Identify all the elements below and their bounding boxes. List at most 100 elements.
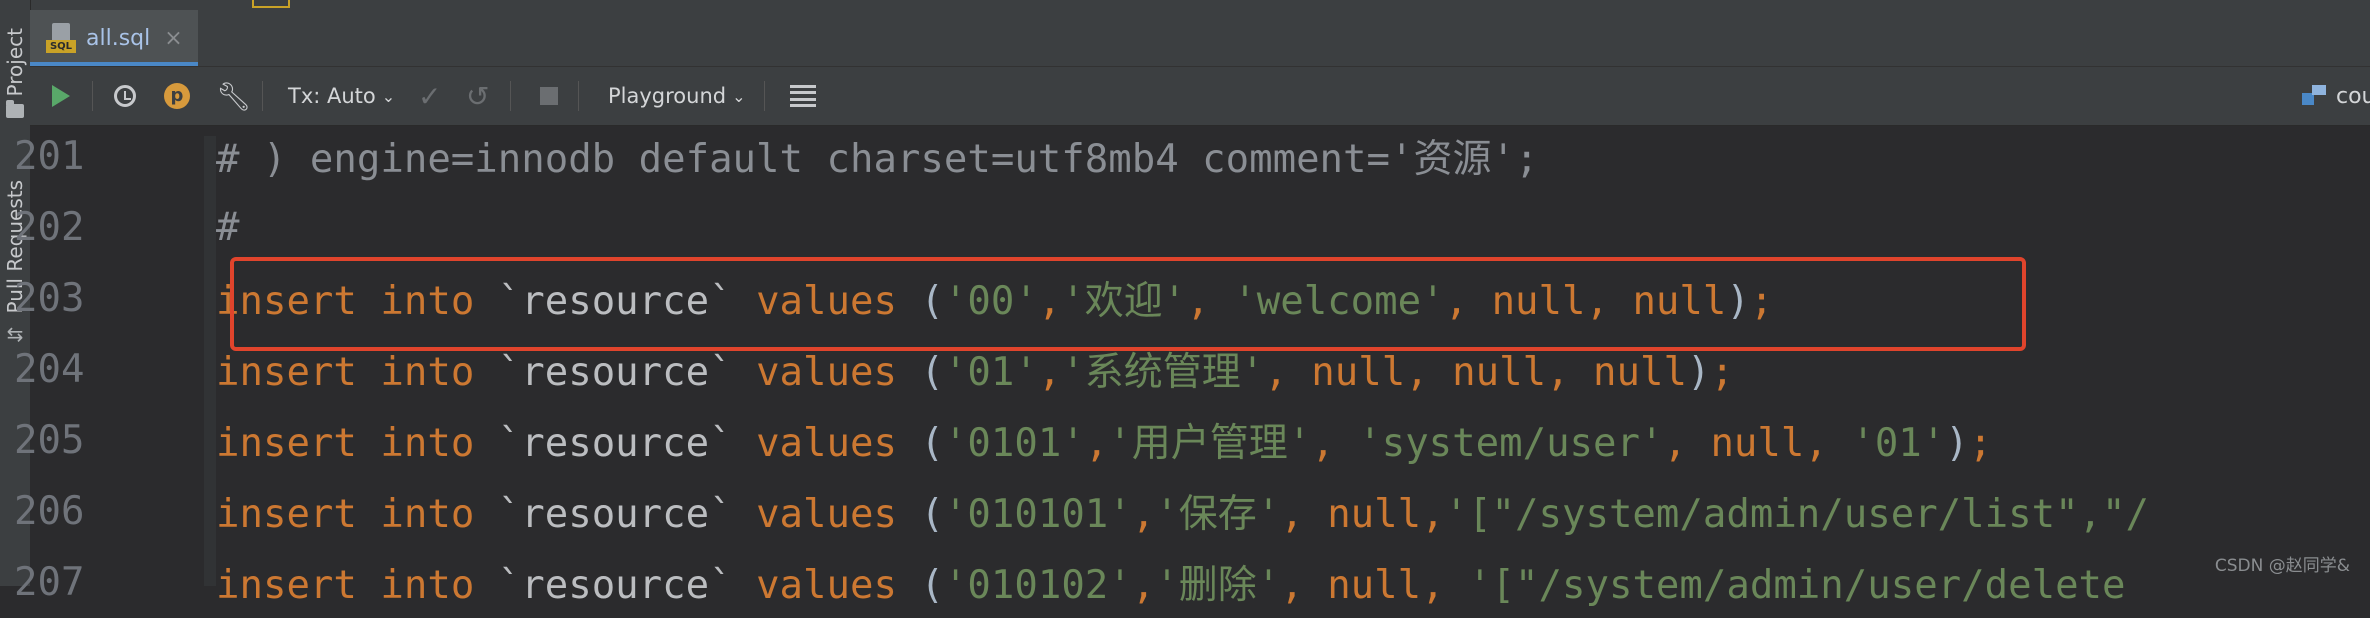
line-number: 204 [14,346,85,392]
code-token: '010101' [943,492,1132,537]
code-token: 'system/user' [1358,421,1664,466]
stop-icon [540,87,558,105]
tab-all-sql[interactable]: SQL all.sql × [30,10,198,66]
commit-button[interactable]: ✓ [418,67,441,125]
code-token: ) [1945,421,1969,466]
code-token: into [380,350,498,395]
code-token: into [380,421,498,466]
code-token: '01' [1851,421,1946,466]
run-button[interactable] [52,67,70,125]
chevron-down-icon: ⌄ [381,86,396,106]
code-line[interactable]: 202 # [0,191,2370,263]
console-icon [2302,85,2328,107]
toolbar-divider [764,81,765,111]
code-token: '用户管理' [1108,421,1312,466]
playground-dropdown[interactable]: Playground ⌄ [608,67,746,125]
code-token: ( [920,421,944,466]
clock-icon [114,85,136,107]
code-text: insert into `resource` values ('010101',… [216,483,2149,539]
console-toolbar: p 🔧︎ Tx: Auto ⌄ ✓ ↺ Playground ⌄ cou [30,67,2370,126]
code-token: `resource` [497,492,733,537]
line-number: 202 [14,204,85,250]
highlight-annotation-box [230,257,2026,351]
line-number: 207 [14,559,85,605]
code-text: insert into `resource` values ('0101','用… [216,412,1992,468]
table-layout-icon [790,85,816,107]
explain-plan-button[interactable]: p [164,67,190,125]
stop-button[interactable] [540,67,558,125]
code-token: null [1327,492,1422,537]
code-token: '01' [943,350,1038,395]
sql-file-icon-label: SQL [46,40,76,53]
transaction-mode-label: Tx: Auto [288,84,376,108]
code-token: ) [1686,350,1711,395]
line-number: 205 [14,417,85,463]
code-token: , [1405,350,1453,395]
top-strip [30,0,2370,10]
play-icon [52,85,70,107]
code-token: insert [216,421,381,466]
sql-file-icon: SQL [46,23,76,53]
console-selector[interactable]: cou [2302,67,2370,125]
close-icon[interactable]: × [164,26,182,51]
rollback-button[interactable]: ↺ [466,67,489,125]
watermark: CSDN @赵同学& [2214,556,2350,576]
code-token: '["/system/admin/user/list","/ [1444,492,2149,537]
code-token: values [732,421,921,466]
code-line[interactable]: 206 insert into `resource` values ('01010… [0,475,2370,547]
output-layout-button[interactable] [790,67,816,125]
code-token: , [1663,421,1711,466]
wrench-icon: 🔧︎ [216,79,252,113]
code-token: values [732,492,921,537]
tab-label: all.sql [86,25,151,51]
transaction-mode-dropdown[interactable]: Tx: Auto ⌄ [288,67,395,125]
code-token: null [1593,350,1687,395]
code-token: into [380,492,498,537]
code-token: insert [216,492,381,537]
bookmark-icon [252,0,290,8]
history-button[interactable] [114,67,136,125]
p-icon: p [164,83,190,109]
code-token: , [1084,421,1109,466]
active-tab-indicator [30,62,198,66]
line-number: 206 [14,488,85,534]
code-token: null [1452,350,1547,395]
chevron-down-icon: ⌄ [732,86,746,106]
code-token: ( [920,492,944,537]
code-text: # ) engine=innodb default charset=utf8mb… [216,128,1538,184]
code-token: ; [1968,421,1993,466]
code-token: insert [216,350,381,395]
code-token: '保存' [1155,492,1281,537]
code-token: , [1280,492,1328,537]
code-text: # [216,205,239,250]
code-token: , [1037,350,1062,395]
editor-tab-bar: SQL all.sql × [30,10,2370,67]
code-token: , [1311,421,1359,466]
code-token: `resource` [497,421,733,466]
code-token: '0101' [943,421,1085,466]
code-token: ( [920,350,944,395]
folder-icon [6,100,24,119]
code-token: `resource` [497,350,733,395]
code-token: # [216,204,240,250]
line-number: 203 [14,275,85,321]
code-token: , [1804,421,1852,466]
code-line[interactable]: 207 insert into `resource` values ('01010… [0,546,2370,618]
code-token: '系统管理' [1061,350,1265,395]
playground-label: Playground [608,84,727,108]
code-token: null [1311,350,1406,395]
toolbar-divider [92,81,93,111]
line-number: 201 [14,133,85,179]
settings-button[interactable]: 🔧︎ [216,67,252,125]
toolbar-divider [262,81,263,111]
code-line[interactable]: 201 # ) engine=innodb default charset=utf… [0,120,2370,192]
rollback-icon: ↺ [466,79,490,113]
project-label: Project [3,28,27,97]
code-line[interactable]: 205 insert into `resource` values ('0101'… [0,404,2370,476]
code-token: values [732,350,921,395]
code-token: null [1710,421,1805,466]
code-token: , [1546,350,1594,395]
code-token: , [1264,350,1312,395]
project-tool-button[interactable]: Project [0,28,30,119]
toolbar-divider [510,81,511,111]
